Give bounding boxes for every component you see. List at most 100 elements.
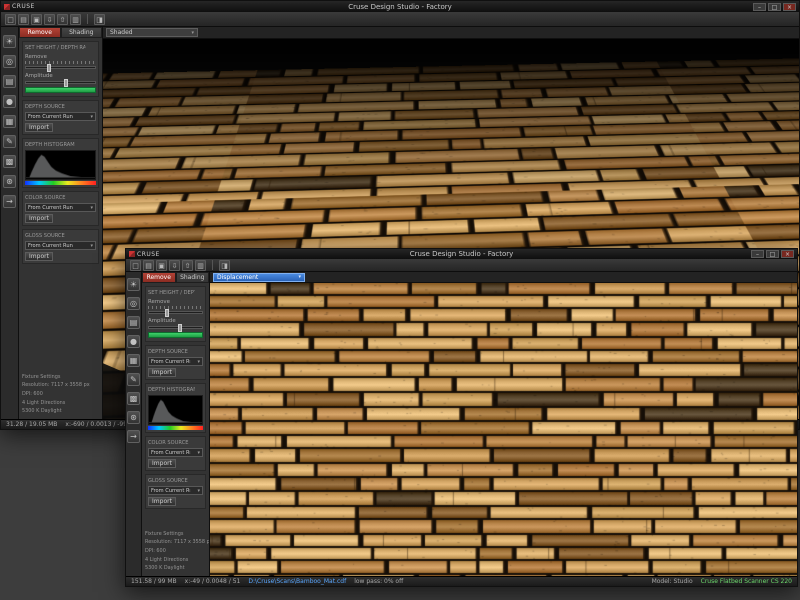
progress-bar	[148, 332, 203, 338]
window-title: Cruse Design Studio - Factory	[126, 250, 797, 258]
snapshot-icon[interactable]: ◨	[219, 260, 230, 271]
color-source-select[interactable]: From Current Run▾	[148, 448, 203, 457]
open-file-icon[interactable]: ▤	[18, 14, 29, 25]
export-panel-icon[interactable]: →	[127, 430, 140, 443]
chevron-down-icon: ▾	[191, 30, 194, 36]
gloss-source-select[interactable]: From Current Run▾	[25, 241, 96, 250]
slider-handle[interactable]	[47, 64, 51, 72]
amplitude-slider[interactable]	[148, 326, 203, 329]
titlebar[interactable]: CRUSE Cruse Design Studio - Factory – □ …	[126, 249, 797, 259]
gloss-source-select[interactable]: From Current Run▾	[148, 486, 203, 495]
tab-shading[interactable]: Shading	[61, 27, 103, 38]
open-file-icon[interactable]: ▤	[143, 260, 154, 271]
app-logo-icon	[129, 251, 135, 257]
statusbar: 151.58 / 99 MB x:-49 / 0.0048 / 51 D:\Cr…	[126, 576, 797, 586]
export-icon[interactable]: ⇧	[182, 260, 193, 271]
app-brand: CRUSE	[137, 251, 160, 258]
status-memory: 31.28 / 19.05 MB	[6, 421, 57, 428]
color-import-button[interactable]: Import	[25, 214, 53, 223]
depth-source-select[interactable]: From Current Run▾	[25, 112, 96, 121]
viewport-2d[interactable]	[210, 283, 797, 576]
app-brand: CRUSE	[12, 3, 35, 10]
viewmode-select[interactable]: Displacement▾	[213, 273, 305, 282]
chevron-down-icon: ▾	[90, 114, 93, 120]
save-icon[interactable]: ▣	[31, 14, 42, 25]
side-panel: Remove Shading SET HEIGHT / DEPTH RANGE …	[19, 27, 103, 419]
remove-slider[interactable]	[148, 311, 203, 314]
gloss-import-button[interactable]: Import	[148, 497, 176, 506]
color-source-select[interactable]: From Current Run▾	[25, 203, 96, 212]
save-icon[interactable]: ▣	[156, 260, 167, 271]
scan-icon[interactable]: ◎	[3, 55, 16, 68]
window-title: Cruse Design Studio - Factory	[1, 3, 799, 11]
toolbar-separator	[212, 260, 213, 270]
grid-icon[interactable]: ▩	[3, 155, 16, 168]
layers-icon[interactable]: ▤	[3, 75, 16, 88]
depth-source-section: DEPTH SOURCE From Current Run▾ Import	[145, 345, 206, 380]
close-button[interactable]: ×	[781, 250, 794, 258]
layers-icon[interactable]: ▤	[127, 316, 140, 329]
depth-import-button[interactable]: Import	[25, 123, 53, 132]
depth-histogram	[148, 395, 203, 425]
status-coordinates: x:-49 / 0.0048 / 51	[185, 578, 241, 585]
titlebar[interactable]: CRUSE Cruse Design Studio - Factory – □ …	[1, 1, 799, 12]
amplitude-slider[interactable]	[25, 81, 96, 84]
minimize-button[interactable]: –	[753, 3, 766, 11]
material-icon[interactable]: ●	[127, 335, 140, 348]
print-icon[interactable]: ▥	[195, 260, 206, 271]
grid-icon[interactable]: ▩	[127, 392, 140, 405]
section-title: DEPTH SOURCE	[148, 349, 195, 355]
maximize-button[interactable]: □	[766, 250, 779, 258]
slider-handle[interactable]	[178, 324, 182, 332]
settings-icon[interactable]: ⊛	[127, 411, 140, 424]
settings-icon[interactable]: ⊛	[3, 175, 16, 188]
import-icon[interactable]: ⇩	[169, 260, 180, 271]
color-import-button[interactable]: Import	[148, 459, 176, 468]
new-file-icon[interactable]: □	[130, 260, 141, 271]
gloss-import-button[interactable]: Import	[25, 252, 53, 261]
gloss-source-section: GLOSS SOURCE From Current Run▾ Import	[145, 474, 206, 509]
depth-import-button[interactable]: Import	[148, 368, 176, 377]
export-panel-icon[interactable]: →	[3, 195, 16, 208]
import-icon[interactable]: ⇩	[44, 14, 55, 25]
section-title: SET HEIGHT / DEPTH RANGE	[25, 45, 85, 51]
depth-colormap-bar	[148, 426, 203, 430]
section-title: COLOR SOURCE	[25, 195, 85, 201]
depth-source-select[interactable]: From Current Run▾	[148, 357, 203, 366]
tab-remove[interactable]: Remove	[142, 272, 176, 283]
scan-icon[interactable]: ◎	[127, 297, 140, 310]
progress-bar	[25, 87, 96, 93]
status-filter: low pass: 0% off	[354, 578, 403, 585]
depth-colormap-bar	[25, 181, 96, 185]
edit-tools-icon[interactable]: ✎	[127, 373, 140, 386]
snapshot-icon[interactable]: ◨	[94, 14, 105, 25]
new-file-icon[interactable]: □	[5, 14, 16, 25]
slider-handle[interactable]	[64, 79, 68, 87]
light-icon[interactable]: ☀	[127, 278, 140, 291]
toolbar: □ ▤ ▣ ⇩ ⇧ ▥ ◨	[1, 12, 799, 27]
print-icon[interactable]: ▥	[70, 14, 81, 25]
remove-slider-label: Remove	[25, 53, 89, 59]
color-source-section: COLOR SOURCE From Current Run▾ Import	[22, 191, 99, 226]
section-title: DEPTH HISTOGRAM	[148, 387, 195, 393]
close-button[interactable]: ×	[783, 3, 796, 11]
light-icon[interactable]: ☀	[3, 35, 16, 48]
material-icon[interactable]: ●	[3, 95, 16, 108]
remove-slider[interactable]	[25, 66, 96, 69]
toolbar-separator	[87, 14, 88, 24]
tab-shading[interactable]: Shading	[176, 272, 210, 283]
edit-tools-icon[interactable]: ✎	[3, 135, 16, 148]
color-source-section: COLOR SOURCE From Current Run▾ Import	[145, 436, 206, 471]
section-title: DEPTH SOURCE	[25, 104, 85, 110]
status-file-path[interactable]: D:\Cruse\Scans\Bamboo_Mat.cdf	[248, 578, 346, 585]
slider-handle[interactable]	[165, 309, 169, 317]
texture-icon[interactable]: ▦	[3, 115, 16, 128]
minimize-button[interactable]: –	[751, 250, 764, 258]
section-title: SET HEIGHT / DEPTH RANGE	[148, 290, 195, 296]
texture-icon[interactable]: ▦	[127, 354, 140, 367]
viewport-topbar: Shaded▾	[103, 27, 799, 39]
tab-remove[interactable]: Remove	[19, 27, 61, 38]
maximize-button[interactable]: □	[768, 3, 781, 11]
export-icon[interactable]: ⇧	[57, 14, 68, 25]
viewmode-select[interactable]: Shaded▾	[106, 28, 198, 37]
